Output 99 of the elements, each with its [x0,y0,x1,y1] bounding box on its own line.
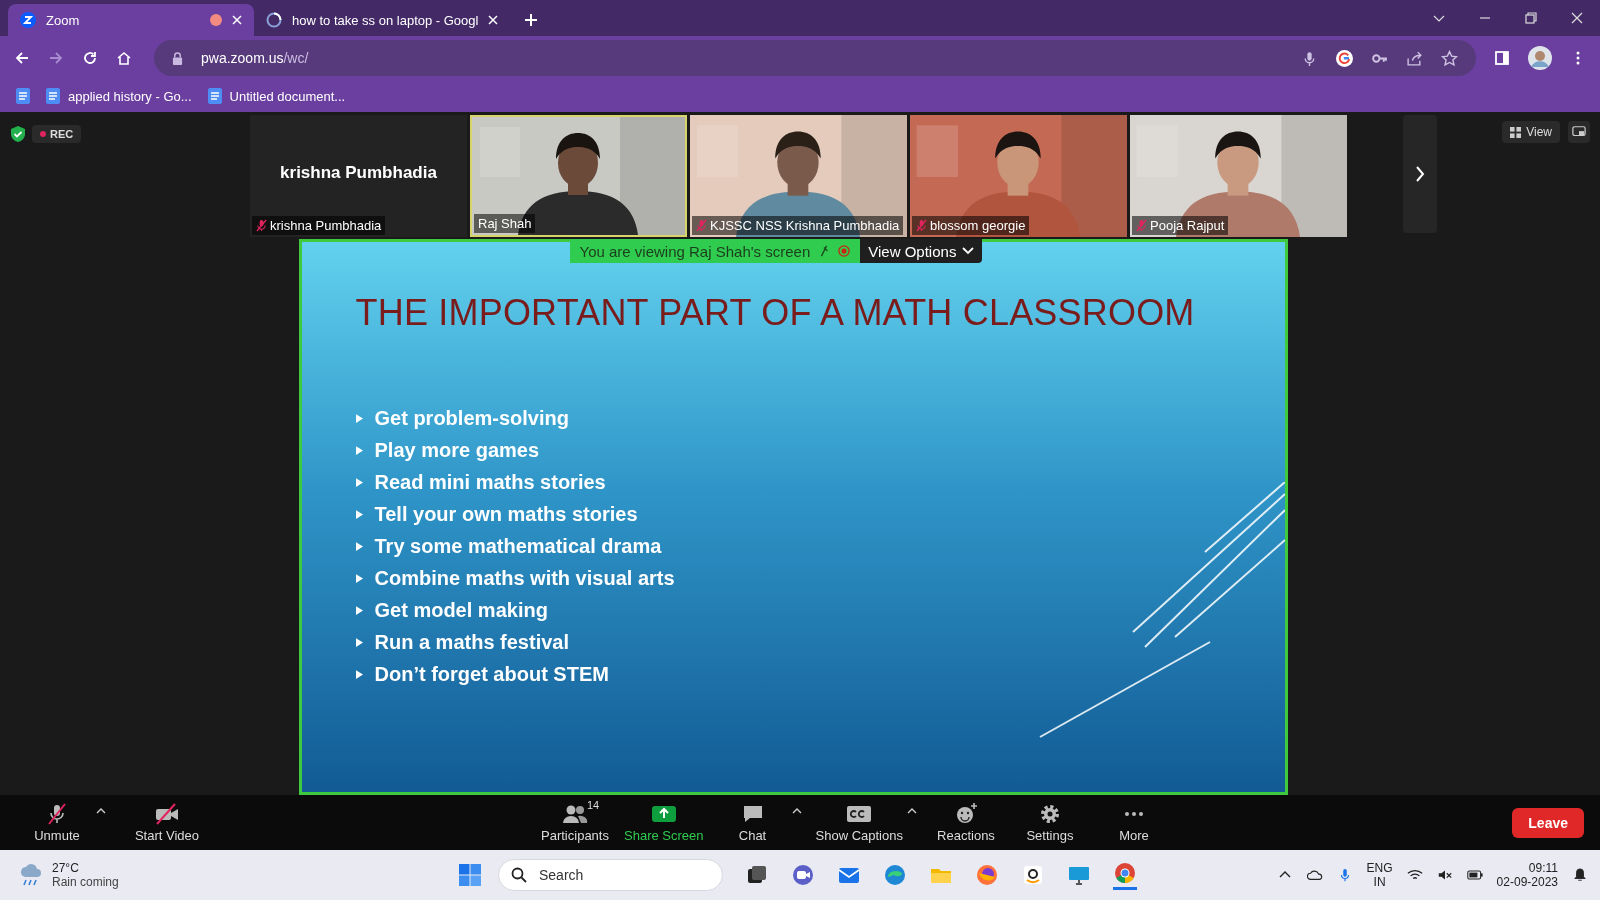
bullet-arrow-icon [355,477,363,487]
wifi-icon[interactable] [1406,868,1423,882]
home-icon[interactable] [116,50,132,66]
sharing-banner: You are viewing Raj Shah's screen [569,239,861,263]
browser-wave-icon[interactable] [883,863,907,887]
browser-tab[interactable]: Zoom [8,4,254,36]
shield-check-icon[interactable] [10,125,26,143]
weather-text: Rain coming [52,875,119,889]
participant-name-label: blossom georgie [912,216,1030,235]
lock-icon [172,51,183,65]
slide-bullet: Run a maths festival [374,630,569,654]
participant-name-label: KJSSC NSS Krishna Pumbhadia [692,216,904,235]
more-dots-icon [1124,812,1143,816]
zoom-logo-icon [20,12,36,28]
chrome-icon[interactable] [1113,860,1137,890]
caret-icon[interactable] [791,808,802,814]
bullet-arrow-icon [355,605,363,615]
slide-bullet: Read mini maths stories [374,470,606,494]
clock[interactable]: 09:11 02-09-2023 [1496,861,1558,889]
toolbar-button[interactable]: More [1098,802,1169,843]
notification-bell-icon[interactable] [1572,868,1588,882]
bullet-arrow-icon [355,509,363,519]
speaker-muted-icon[interactable] [1436,868,1453,882]
participant-name-label: krishna Pumbhadia [252,216,386,235]
chevron-down-icon [962,245,975,257]
rain-cloud-icon[interactable] [18,862,44,888]
pin-icon [818,245,831,257]
slide-bullet: Don’t forget about STEM [374,662,609,686]
toolbar-button[interactable]: Chat [717,802,802,843]
bullet-arrow-icon [355,445,363,455]
fox-browser-icon[interactable] [975,863,999,887]
slide-bullet: Tell your own maths stories [374,502,638,526]
slide-bullet: Play more games [374,438,540,462]
bookmark[interactable]: applied history - Go... [46,88,192,104]
address-bar[interactable]: pwa.zoom.us/wc/ [154,40,1476,76]
caret-icon[interactable] [906,808,917,814]
view-button[interactable]: View [1502,121,1560,143]
google-icon[interactable] [1336,49,1353,67]
slide-title: THE IMPORTANT PART OF A MATH CLASSROOM [355,292,1196,334]
shopping-icon[interactable] [1021,863,1045,887]
chevron-right-icon [1415,165,1425,183]
slide-bullet: Get model making [374,598,548,622]
document-icon [46,88,60,104]
bullet-arrow-icon [355,413,363,423]
document-icon[interactable] [16,88,30,104]
profile-avatar-icon[interactable] [1528,46,1552,70]
participant-tile[interactable]: blossom georgie [910,115,1127,237]
forward-icon[interactable] [48,50,64,66]
toolbar-button[interactable]: Settings [1014,802,1085,843]
star-icon[interactable] [1441,49,1458,67]
bullet-arrow-icon [355,541,363,551]
toolbar-button[interactable]: 14 Participants [540,802,610,843]
document-icon [207,88,222,104]
search-icon [511,867,527,883]
participant-name-label: Pooja Rajput [1132,216,1229,235]
slide-bullet: Combine maths with visual arts [374,566,675,590]
toolbar-button[interactable]: Share Screen [624,802,704,843]
video-chat-icon[interactable] [791,863,815,887]
toolbar-button[interactable]: Reactions [930,802,1001,843]
recording-badge: REC [32,125,82,143]
grid-icon [1510,126,1522,138]
participant-count: 14 [587,799,600,811]
view-options-button[interactable]: View Options [860,239,983,263]
caret-icon[interactable] [96,808,106,814]
participant-tile[interactable]: krishna Pumbhadia krishna Pumbhadia [250,115,467,237]
participant-tile[interactable]: Pooja Rajput [1130,115,1347,237]
slide-bullet: Try some mathematical drama [374,534,662,558]
leave-button[interactable]: Leave [1512,807,1584,838]
restore-icon[interactable] [1524,11,1538,25]
bullet-arrow-icon [355,669,363,679]
bookmark[interactable]: Untitled document... [207,88,346,104]
language-indicator[interactable]: ENG IN [1366,861,1393,889]
toolbar-button[interactable]: Unmute [22,802,106,843]
share-icon[interactable] [1406,49,1423,67]
url-text: pwa.zoom.us/wc/ [201,50,309,66]
toolbar-button[interactable]: Show Captions [815,802,917,843]
browser-tab[interactable]: how to take ss on laptop - Googl [254,4,511,36]
participant-tile[interactable]: KJSSC NSS Krishna Pumbhadia [690,115,907,237]
battery-icon[interactable] [1466,868,1483,882]
participant-name: krishna Pumbhadia [280,163,437,183]
participant-tile[interactable]: Raj Shah [470,115,687,237]
screen-icon[interactable] [1568,121,1590,143]
side-panel-icon[interactable] [1494,50,1510,66]
search-field[interactable]: Search [498,859,723,891]
back-icon[interactable] [14,50,30,66]
close-icon[interactable] [1570,11,1584,25]
slide-bullet: Get problem-solving [374,406,569,430]
cloud-icon[interactable] [1306,868,1323,882]
video-off-icon [153,802,181,826]
participant-name-label: Raj Shah [474,214,536,233]
loading-icon [266,12,282,28]
record-icon [838,245,851,257]
windows-start-icon[interactable] [458,863,482,887]
bullet-arrow-icon [355,637,363,647]
toolbar-button[interactable]: Start Video [132,802,202,843]
temperature-text: 27°C [52,861,80,875]
bullet-arrow-icon [355,573,363,583]
new-tab-icon[interactable] [524,13,539,27]
reload-icon[interactable] [82,50,98,66]
